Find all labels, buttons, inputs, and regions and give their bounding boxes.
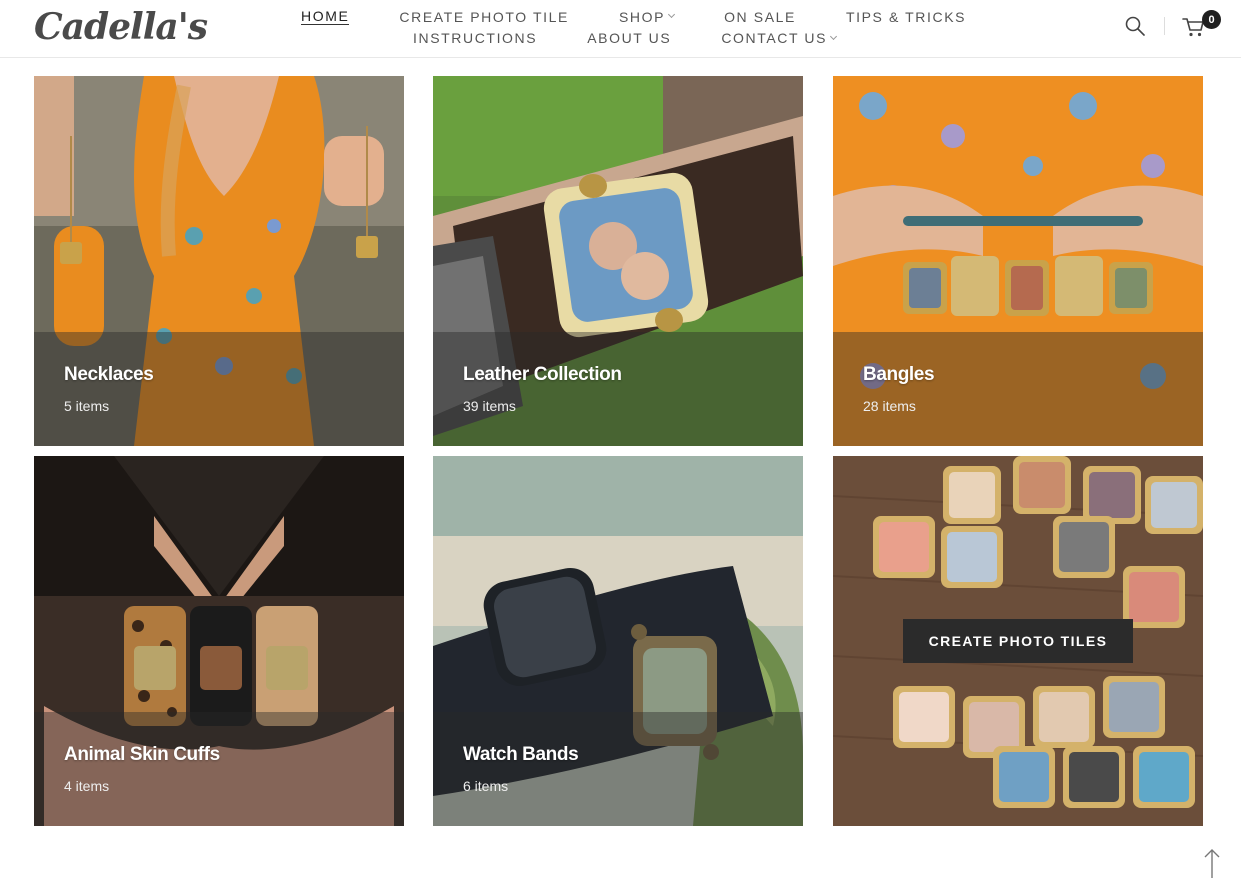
nav-shop[interactable]: SHOP bbox=[619, 8, 676, 25]
main-nav-row-2: INSTRUCTIONS ABOUT US CONTACT US bbox=[413, 30, 838, 46]
category-tile-watch-bands[interactable]: Watch Bands 6 items bbox=[433, 456, 803, 826]
nav-about-us[interactable]: ABOUT US bbox=[587, 30, 671, 46]
brand-logo[interactable]: Cadella's bbox=[34, 6, 208, 48]
category-count: 28 items bbox=[863, 398, 916, 414]
category-tile-animal-skin-cuffs[interactable]: Animal Skin Cuffs 4 items bbox=[34, 456, 404, 826]
category-title: Leather Collection bbox=[463, 364, 622, 385]
nav-contact-us[interactable]: CONTACT US bbox=[721, 30, 838, 46]
tile-caption-overlay bbox=[34, 712, 404, 826]
nav-create-photo-tile[interactable]: CREATE PHOTO TILE bbox=[399, 8, 569, 25]
tile-caption-overlay bbox=[34, 332, 404, 446]
category-title: Necklaces bbox=[64, 364, 154, 385]
header-divider bbox=[1164, 17, 1165, 35]
category-title: Bangles bbox=[863, 364, 935, 385]
category-count: 39 items bbox=[463, 398, 516, 414]
main-nav-row-1: HOME CREATE PHOTO TILE SHOP ON SALE TIPS… bbox=[301, 8, 966, 25]
cart-count-badge: 0 bbox=[1202, 10, 1221, 29]
nav-tips-tricks[interactable]: TIPS & TRICKS bbox=[846, 8, 966, 25]
category-tile-leather-collection[interactable]: Leather Collection 39 items bbox=[433, 76, 803, 446]
category-title: Watch Bands bbox=[463, 744, 579, 765]
create-photo-tiles-button[interactable]: CREATE PHOTO TILES bbox=[903, 619, 1133, 663]
nav-instructions[interactable]: INSTRUCTIONS bbox=[413, 30, 537, 46]
category-tile-necklaces[interactable]: Necklaces 5 items bbox=[34, 76, 404, 446]
search-icon[interactable] bbox=[1124, 15, 1146, 37]
category-count: 4 items bbox=[64, 778, 110, 794]
promo-tile-create-photo-tiles: CREATE PHOTO TILES bbox=[833, 456, 1203, 826]
tile-caption-overlay bbox=[433, 332, 803, 446]
category-count: 6 items bbox=[463, 778, 509, 794]
nav-home[interactable]: HOME bbox=[301, 8, 350, 25]
chevron-down-icon bbox=[830, 32, 838, 40]
nav-on-sale[interactable]: ON SALE bbox=[724, 8, 796, 25]
scroll-to-top-icon[interactable] bbox=[1203, 848, 1221, 880]
category-title: Animal Skin Cuffs bbox=[64, 744, 220, 765]
site-header: Cadella's HOME CREATE PHOTO TILE SHOP ON… bbox=[0, 0, 1241, 58]
tile-caption-overlay bbox=[833, 332, 1203, 446]
category-count: 5 items bbox=[64, 398, 110, 414]
tile-caption-overlay bbox=[433, 712, 803, 826]
category-tile-bangles[interactable]: Bangles 28 items bbox=[833, 76, 1203, 446]
chevron-down-icon bbox=[668, 10, 676, 19]
